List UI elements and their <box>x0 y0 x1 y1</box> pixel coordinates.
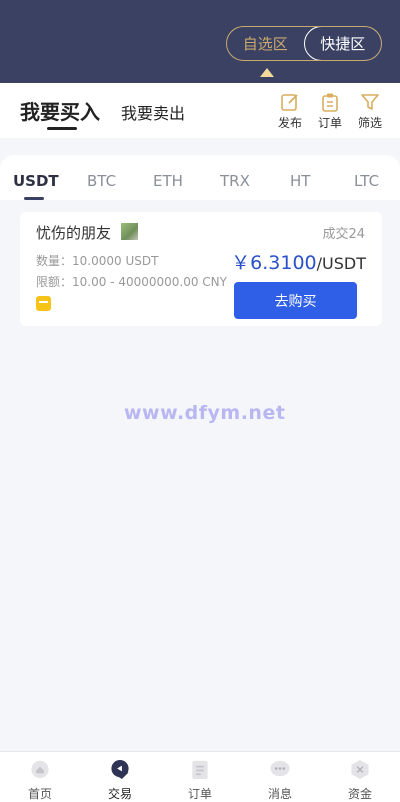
currency-tab-btc[interactable]: BTC <box>87 172 116 190</box>
currency-tab-ltc[interactable]: LTC <box>354 172 379 190</box>
nav-item-home[interactable]: 首页 <box>0 752 80 802</box>
nav-item-trade[interactable]: 交易 <box>80 752 160 802</box>
orders-label: 订单 <box>317 116 342 130</box>
currency-tab-ht[interactable]: HT <box>290 172 310 190</box>
trades-count: 成交24 <box>322 227 365 242</box>
offer-card: 忧伤的朋友 成交24 数量：10.0000 USDT 限额：10.00 - 40… <box>20 212 382 326</box>
offer-limit: 限额：10.00 - 40000000.00 CNY <box>36 275 227 289</box>
bottom-nav: 首页 交易 订单 消息 资金 <box>0 751 400 802</box>
trade-header: 我要买入 我要卖出 发布 订单 筛选 <box>0 83 400 138</box>
currency-tabs: USDT BTC ETH TRX HT LTC <box>0 155 400 200</box>
payment-card-icon <box>36 296 51 311</box>
buy-button[interactable]: 去购买 <box>234 282 357 319</box>
nav-label-messages: 消息 <box>267 787 292 801</box>
nav-item-orders[interactable]: 订单 <box>160 752 240 802</box>
filter-button[interactable]: 筛选 <box>356 92 384 131</box>
price-value: ￥6.3100 <box>231 252 317 274</box>
merchant-name: 忧伤的朋友 <box>36 224 112 242</box>
zone-toggle: 自选区 快捷区 <box>226 26 382 61</box>
quick-zone-tab[interactable]: 快捷区 <box>303 27 381 60</box>
currency-tab-usdt[interactable]: USDT <box>13 172 59 190</box>
currency-tab-eth[interactable]: ETH <box>153 172 183 190</box>
wallet-icon <box>351 759 369 780</box>
watchlist-zone-tab[interactable]: 自选区 <box>227 27 304 60</box>
currency-tab-underline <box>24 197 44 200</box>
buy-tab[interactable]: 我要买入 <box>20 96 100 125</box>
top-banner: 自选区 快捷区 <box>0 0 400 83</box>
clipboard-icon <box>322 93 338 112</box>
publish-button[interactable]: 发布 <box>276 92 304 131</box>
orders-button[interactable]: 订单 <box>316 92 344 131</box>
price-unit: /USDT <box>316 254 366 273</box>
trade-icon <box>111 759 129 780</box>
watermark: www.dfym.net <box>124 402 286 424</box>
filter-label: 筛选 <box>357 116 382 130</box>
caret-up-icon <box>260 68 274 77</box>
currency-tab-trx[interactable]: TRX <box>220 172 250 190</box>
merchant-avatar <box>121 223 138 240</box>
nav-item-funds[interactable]: 资金 <box>320 752 400 802</box>
nav-label-funds: 资金 <box>347 787 372 801</box>
nav-label-orders: 订单 <box>187 787 212 801</box>
filter-icon <box>361 94 379 110</box>
nav-item-messages[interactable]: 消息 <box>240 752 320 802</box>
buy-tab-underline <box>47 127 77 130</box>
nav-label-home: 首页 <box>27 787 52 801</box>
offer-quantity: 数量：10.0000 USDT <box>36 254 159 268</box>
message-icon <box>270 760 290 777</box>
publish-label: 发布 <box>277 116 302 130</box>
edit-icon <box>281 94 298 111</box>
offer-price: ￥6.3100/USDT <box>231 248 366 275</box>
home-icon <box>31 760 49 779</box>
nav-label-trade: 交易 <box>107 787 132 801</box>
sell-tab[interactable]: 我要卖出 <box>121 100 185 124</box>
orders-icon <box>192 760 208 780</box>
